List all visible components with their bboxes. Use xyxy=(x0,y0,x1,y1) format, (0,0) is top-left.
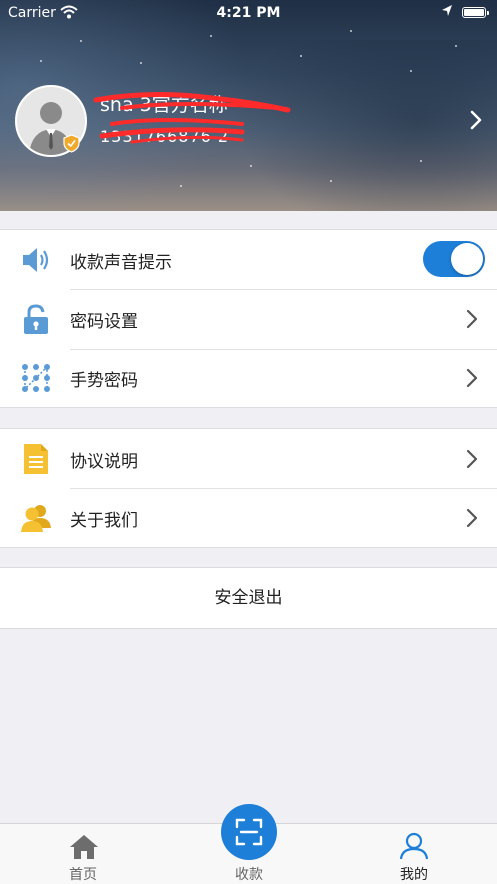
star xyxy=(410,70,412,72)
chevron-right-icon[interactable] xyxy=(470,110,482,134)
menu-item-about-us[interactable]: 关于我们 xyxy=(0,488,497,547)
chevron-right-icon xyxy=(466,309,478,333)
star xyxy=(420,160,422,162)
chevron-right-icon xyxy=(466,449,478,473)
status-bar: Carrier 4:21 PM xyxy=(0,0,497,26)
star xyxy=(250,165,252,167)
gesture-pattern-icon xyxy=(20,362,52,394)
settings-group: 收款声音提示 密码设置 手势密码 xyxy=(0,229,497,408)
sound-alert-toggle[interactable] xyxy=(423,241,485,277)
status-time: 4:21 PM xyxy=(216,5,281,21)
star xyxy=(180,185,182,187)
tab-home-label: 首页 xyxy=(69,867,97,883)
tab-me-label: 我的 xyxy=(400,867,428,883)
person-icon xyxy=(399,832,429,860)
speaker-icon xyxy=(20,244,52,276)
logout-button[interactable]: 安全退出 xyxy=(0,567,497,629)
star xyxy=(300,55,302,57)
star xyxy=(210,35,212,37)
info-group: 协议说明 关于我们 xyxy=(0,428,497,548)
toggle-knob xyxy=(451,243,483,275)
document-icon xyxy=(20,443,52,475)
home-icon xyxy=(70,835,98,859)
verified-shield-icon xyxy=(63,134,80,157)
profile-header: Carrier 4:21 PM sha 3官方名称 1331766876 2 xyxy=(0,0,497,211)
tab-me[interactable]: 我的 xyxy=(364,824,464,884)
users-icon xyxy=(20,502,52,534)
menu-item-label: 协议说明 xyxy=(70,452,138,472)
star xyxy=(80,40,82,42)
star xyxy=(140,62,142,64)
chevron-right-icon xyxy=(466,368,478,392)
star xyxy=(350,30,352,32)
location-arrow-icon xyxy=(441,4,453,22)
chevron-right-icon xyxy=(466,508,478,532)
scan-collect-button[interactable] xyxy=(221,804,277,860)
star xyxy=(330,180,332,182)
menu-item-label: 密码设置 xyxy=(70,312,138,332)
menu-item-sound-alert: 收款声音提示 xyxy=(0,230,497,289)
battery-icon xyxy=(462,7,489,18)
menu-item-password-settings[interactable]: 密码设置 xyxy=(0,289,497,348)
menu-item-label: 收款声音提示 xyxy=(70,253,172,273)
tab-collect-label: 收款 xyxy=(235,867,263,883)
lock-icon xyxy=(20,303,52,335)
menu-item-gesture-password[interactable]: 手势密码 xyxy=(0,348,497,407)
star xyxy=(40,60,42,62)
menu-item-agreement[interactable]: 协议说明 xyxy=(0,429,497,488)
tab-home[interactable]: 首页 xyxy=(33,824,133,884)
star xyxy=(455,45,457,47)
menu-item-label: 关于我们 xyxy=(70,511,138,531)
menu-item-label: 手势密码 xyxy=(70,371,138,391)
redaction-scribble xyxy=(93,91,291,144)
scan-frame-icon xyxy=(235,818,263,846)
